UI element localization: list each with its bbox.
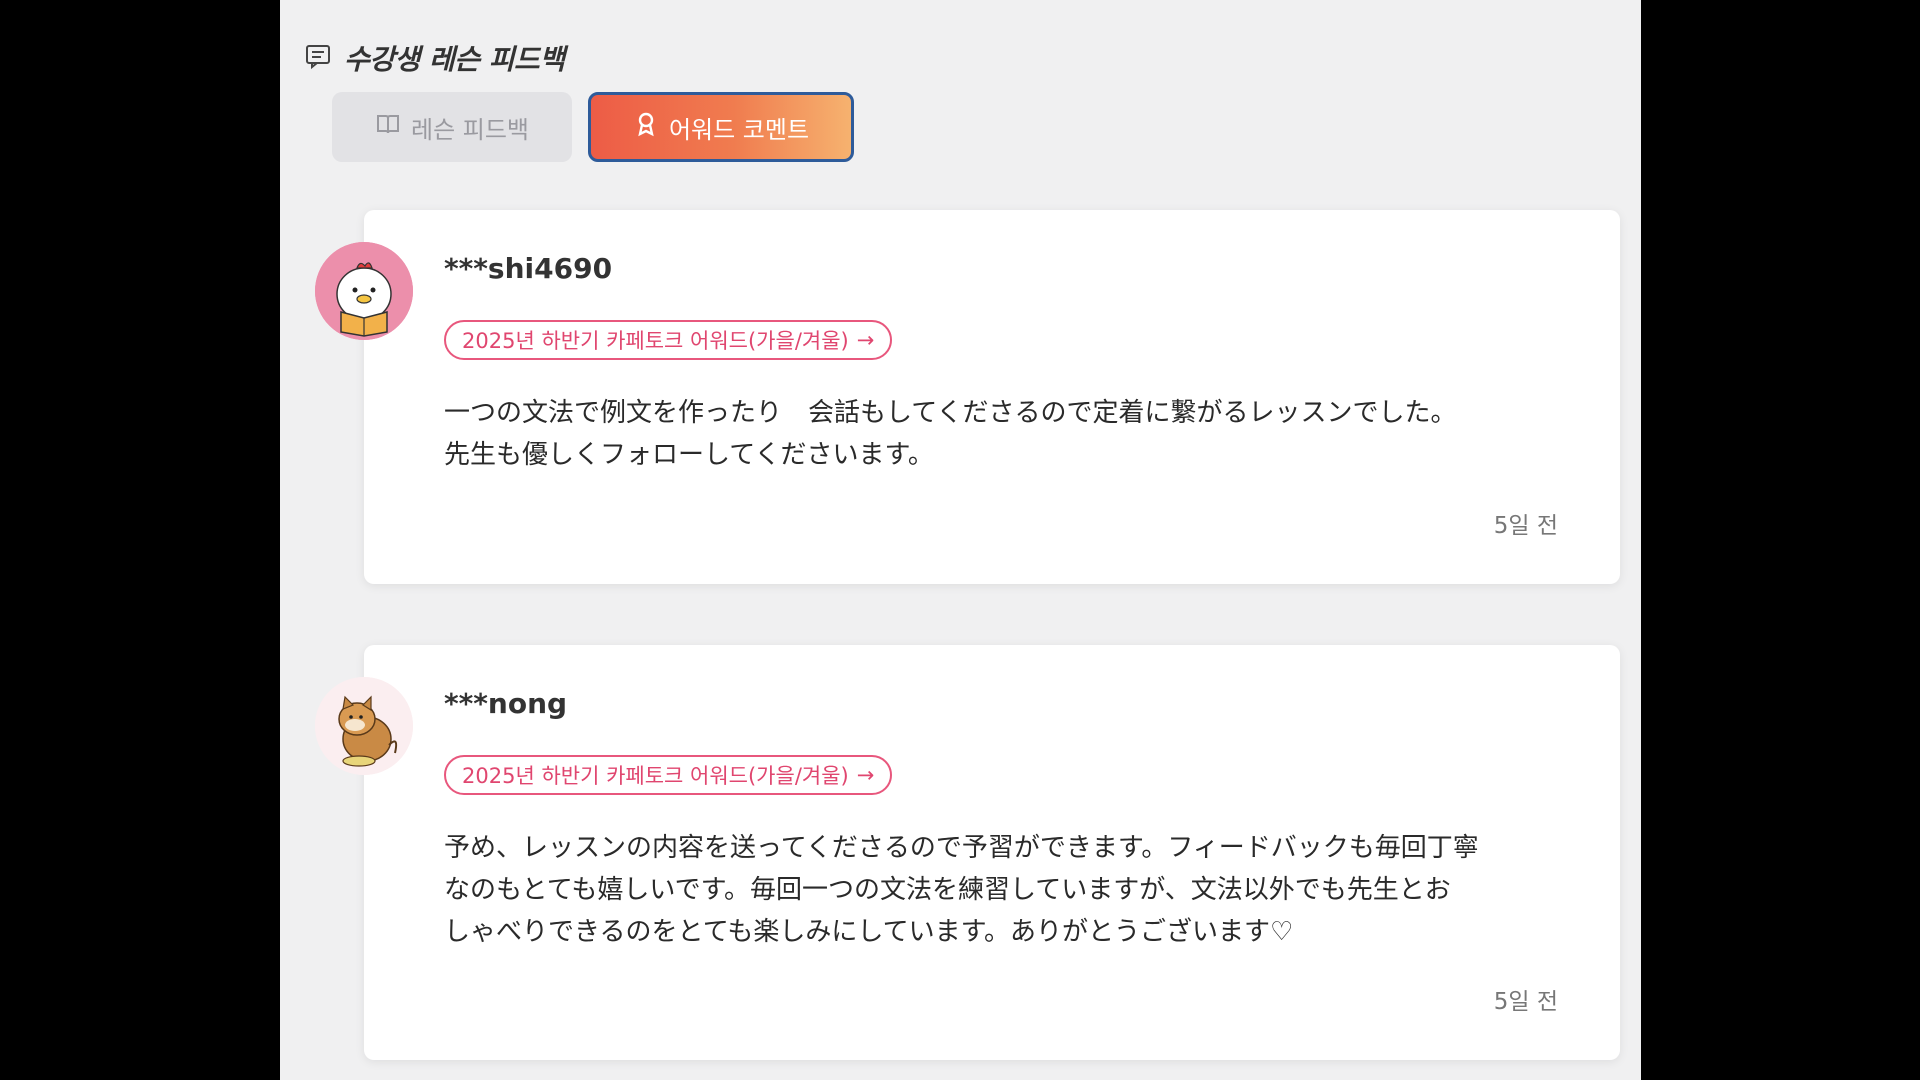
section-header: 수강생 레슨 피드백 [304, 38, 565, 78]
timestamp: 5일 전 [1493, 513, 1558, 539]
tab-label: 어워드 코멘트 [668, 115, 810, 144]
feedback-card: ***nong 2025년 하반기 카페토크 어워드(가을/겨울) → 予め、レ… [364, 645, 1620, 1060]
tab-lesson-feedback[interactable]: 레슨 피드백 [332, 92, 572, 162]
tab-label: 레슨 피드백 [410, 115, 530, 144]
arrow-right-icon: → [856, 328, 875, 352]
award-icon [633, 111, 659, 143]
award-badge-link[interactable]: 2025년 하반기 카페토크 어워드(가을/겨울) → [444, 755, 893, 795]
arrow-right-icon: → [856, 763, 875, 787]
tab-award-comment[interactable]: 어워드 코멘트 [588, 92, 854, 162]
award-badge-label: 2025년 하반기 카페토크 어워드(가을/겨울) [462, 764, 849, 788]
feedback-panel: 수강생 레슨 피드백 레슨 피드백 어워드 코멘트 ***shi4690 202… [280, 0, 1641, 1080]
book-open-icon [375, 111, 401, 143]
message-square-icon [304, 42, 332, 74]
feedback-comment: 一つの文法で例文を作ったり 会話もしてくださるので定着に繋がるレッスンでした。 … [444, 398, 1457, 470]
shiba-dog-avatar [315, 677, 413, 775]
feedback-tabs: 레슨 피드백 어워드 코멘트 [332, 92, 854, 162]
username: ***shi4690 [444, 252, 613, 285]
feedback-comment: 予め、レッスンの内容を送ってくださるので予習ができます。フィードバックも毎回丁寧… [444, 833, 1479, 947]
award-badge-link[interactable]: 2025년 하반기 카페토크 어워드(가을/겨울) → [444, 320, 893, 360]
username: ***nong [444, 687, 568, 720]
feedback-card: ***shi4690 2025년 하반기 카페토크 어워드(가을/겨울) → 一… [364, 210, 1620, 584]
timestamp: 5일 전 [1493, 989, 1558, 1015]
chick-reading-avatar [315, 242, 413, 340]
award-badge-label: 2025년 하반기 카페토크 어워드(가을/겨울) [462, 329, 849, 353]
section-title: 수강생 레슨 피드백 [344, 43, 565, 76]
